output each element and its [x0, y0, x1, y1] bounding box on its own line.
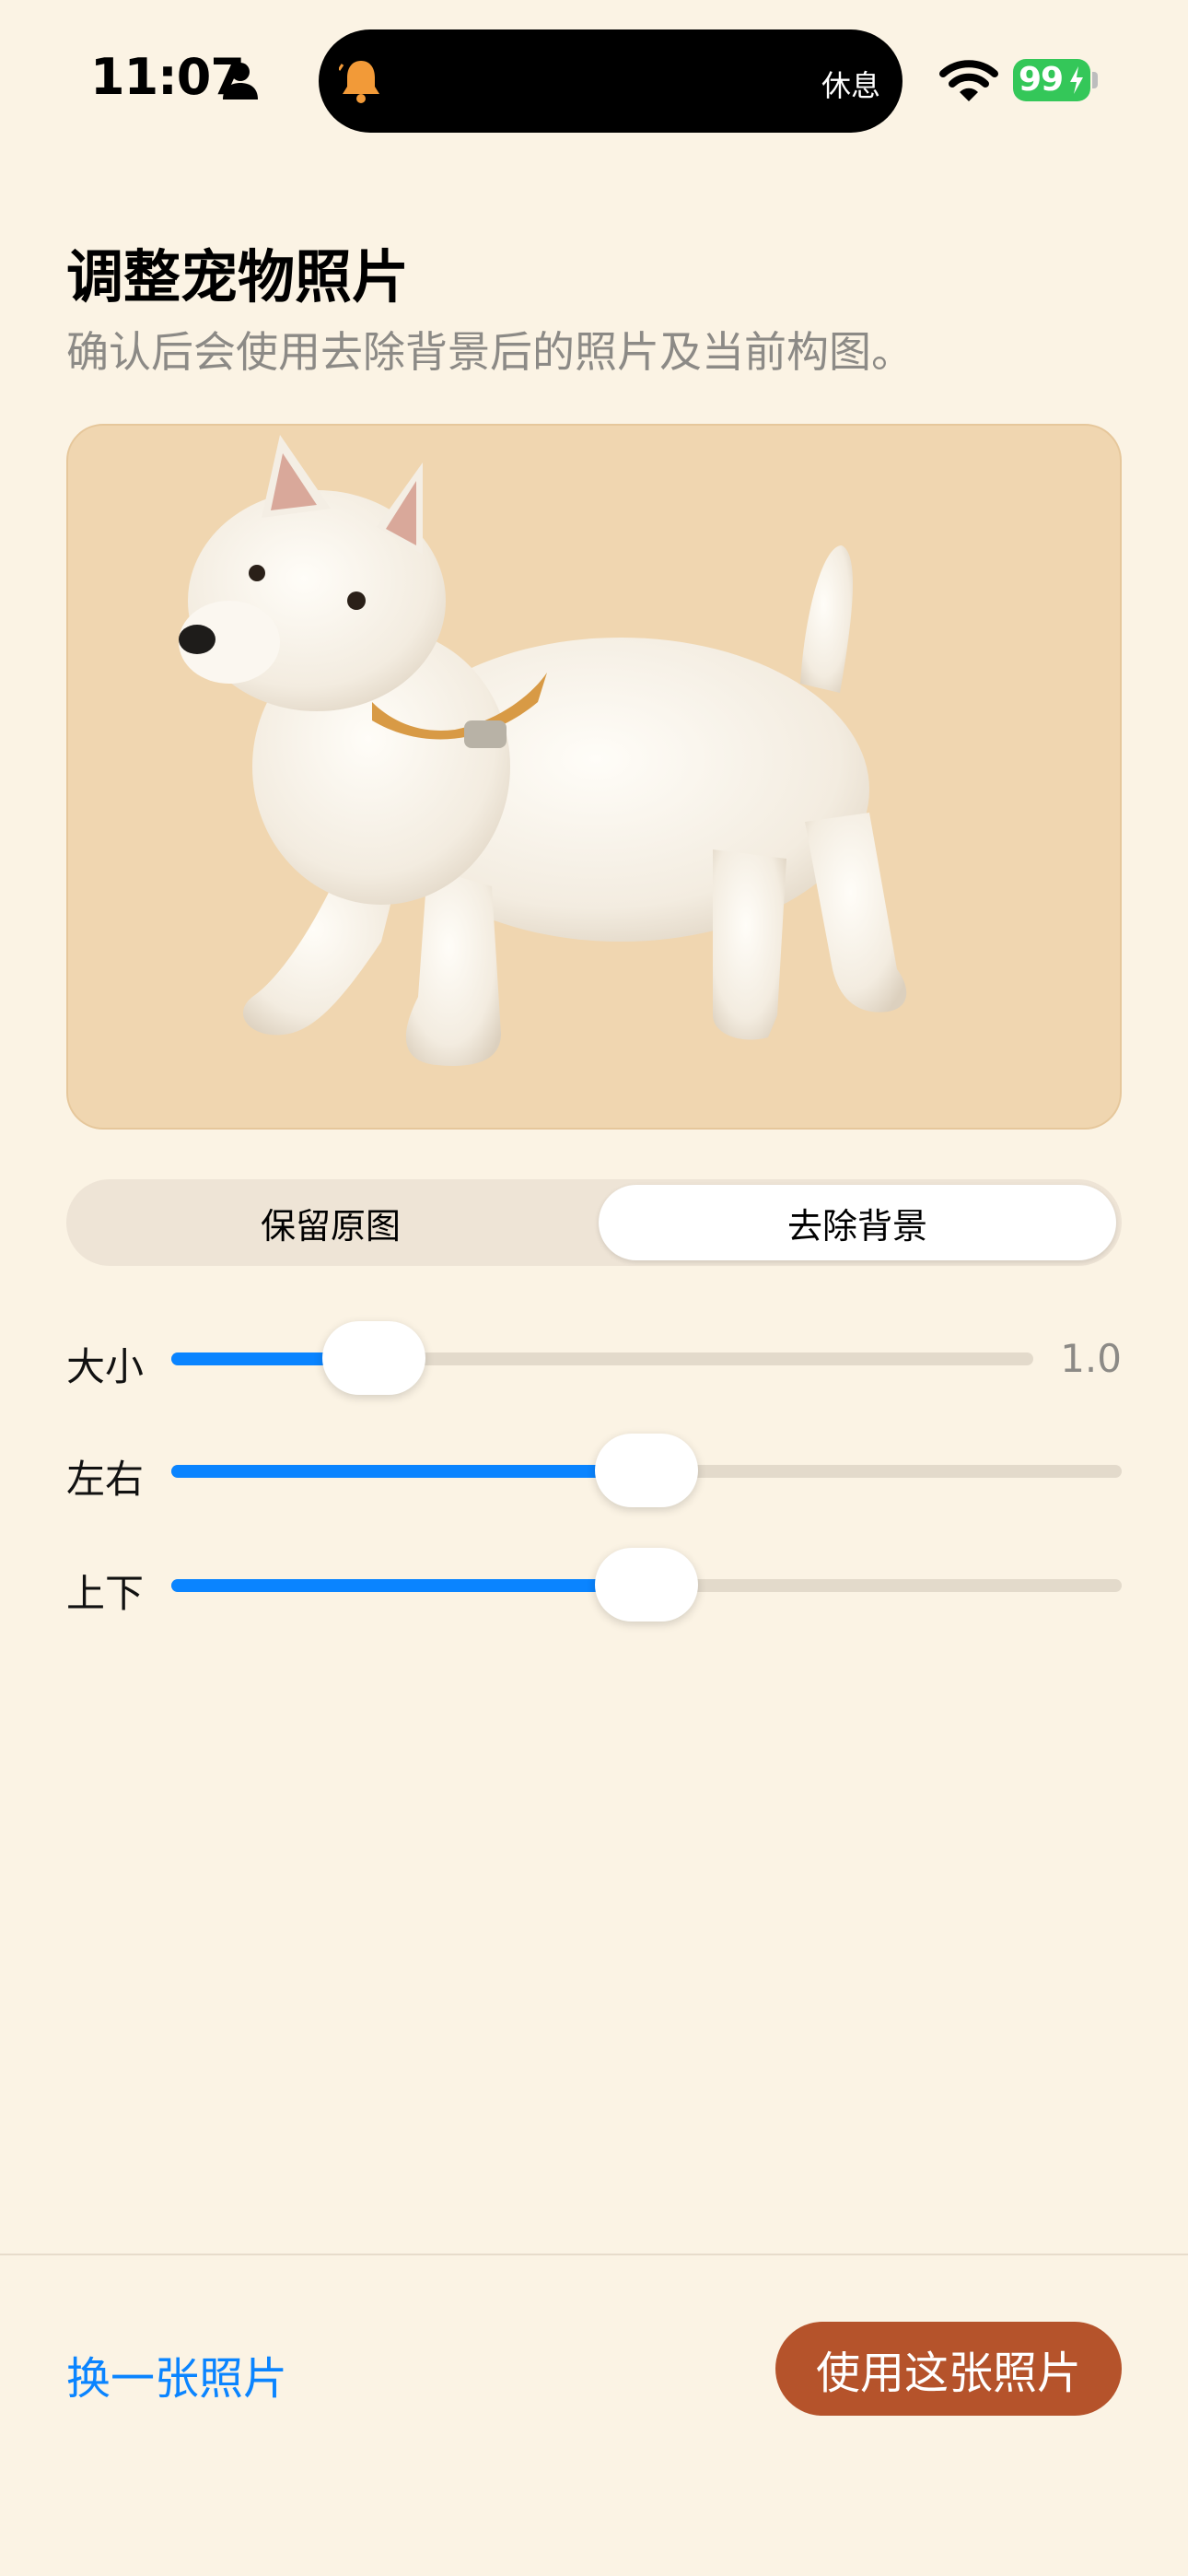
horizontal-slider-label: 左右 — [66, 1457, 145, 1502]
horizontal-slider-track[interactable] — [171, 1434, 1122, 1507]
vertical-slider-label: 上下 — [66, 1571, 145, 1616]
page-title: 调整宠物照片 — [66, 243, 410, 310]
horizontal-slider-fill — [171, 1465, 646, 1478]
size-slider-thumb[interactable] — [321, 1321, 425, 1395]
battery-cap — [1092, 72, 1098, 88]
horizontal-slider-thumb[interactable] — [595, 1434, 698, 1507]
vertical-slider-track[interactable] — [171, 1548, 1122, 1622]
size-slider-value: 1.0 — [1060, 1336, 1122, 1381]
segment-remove-background[interactable]: 去除背景 — [599, 1185, 1116, 1260]
photo-preview[interactable] — [66, 424, 1122, 1130]
status-bar: 11:07 休息 99 — [0, 0, 1188, 161]
battery-icon: 99 — [1013, 59, 1090, 101]
focus-mode-label: 休息 — [821, 68, 881, 103]
horizontal-slider-row: 左右 — [66, 1434, 1122, 1507]
replace-photo-link[interactable]: 换一张照片 — [66, 2342, 287, 2406]
size-slider-label: 大小 — [66, 1344, 145, 1389]
person-icon — [223, 63, 258, 100]
pet-photo — [179, 435, 907, 1066]
dynamic-island[interactable] — [319, 29, 903, 133]
battery-percent: 99 — [1019, 61, 1064, 99]
footer-divider — [0, 2254, 1188, 2255]
wifi-icon — [939, 60, 998, 101]
bell-icon — [339, 61, 379, 103]
size-slider-row: 大小 1.0 — [66, 1321, 1122, 1395]
size-slider-track[interactable] — [171, 1321, 1033, 1395]
vertical-slider-thumb[interactable] — [595, 1548, 698, 1622]
segment-keep-original[interactable]: 保留原图 — [72, 1185, 589, 1260]
page-subtitle: 确认后会使用去除背景后的照片及当前构图。 — [66, 327, 914, 377]
background-mode-segmented-control[interactable]: 保留原图 去除背景 — [66, 1179, 1122, 1266]
use-photo-button[interactable]: 使用这张照片 — [775, 2322, 1122, 2416]
vertical-slider-row: 上下 — [66, 1548, 1122, 1622]
bolt-icon — [1070, 66, 1083, 94]
vertical-slider-fill — [171, 1579, 646, 1592]
